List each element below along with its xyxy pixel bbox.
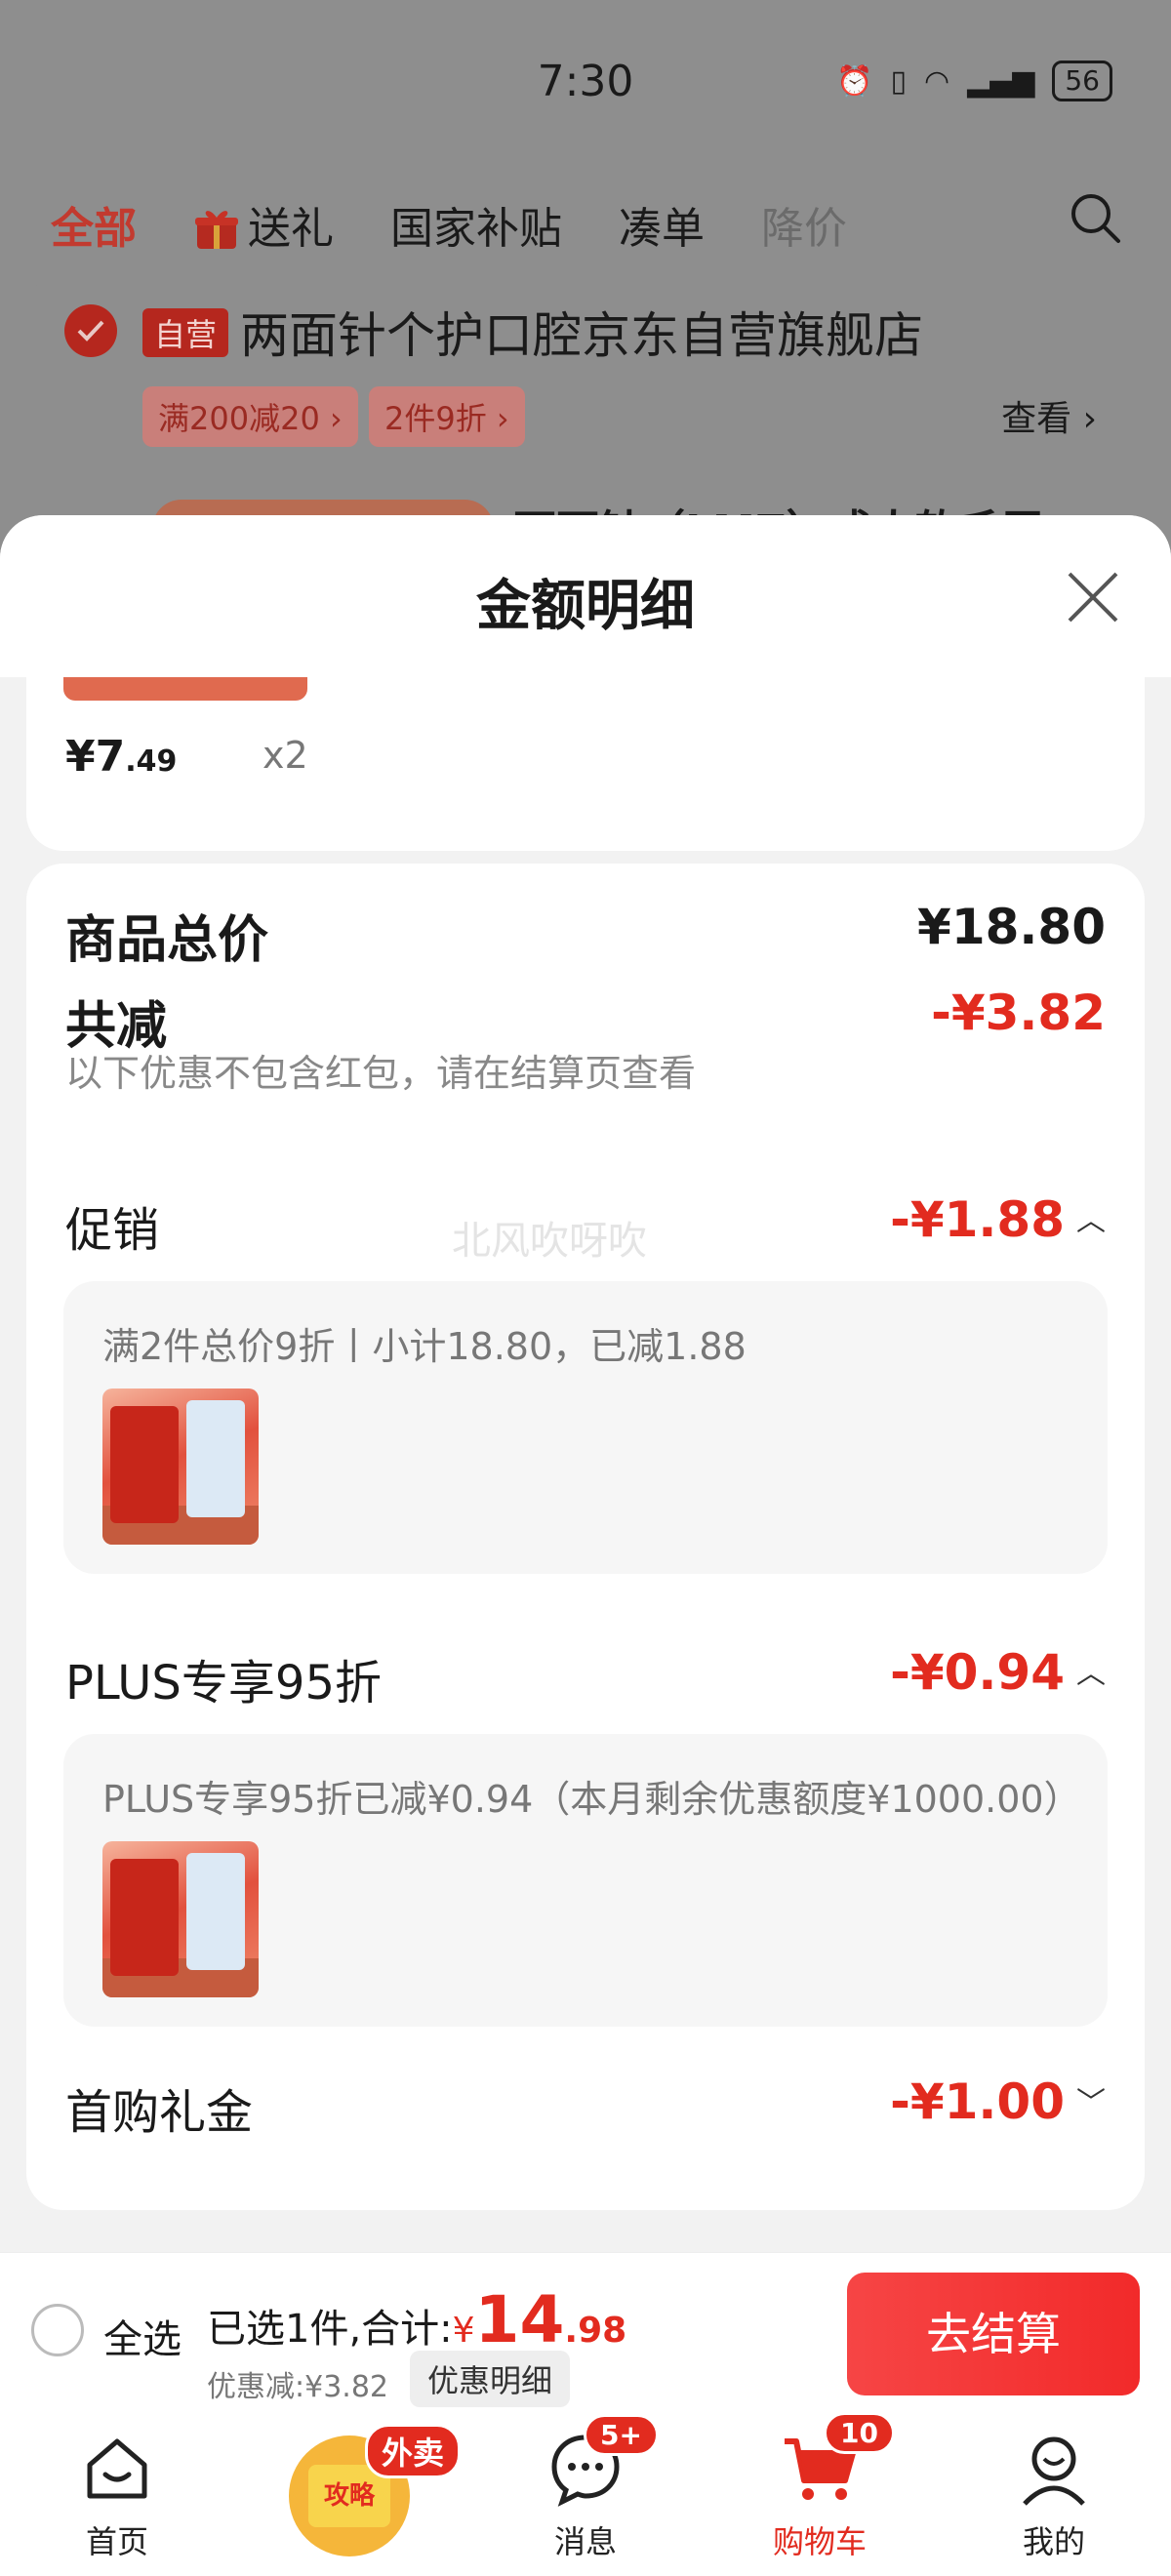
chevron-up-icon: ︿	[1076, 1204, 1106, 1238]
price-breakdown-card: 商品总价 ¥18.80 共减 -¥3.82 以下优惠不包含红包，请在结算页查看 …	[26, 864, 1145, 2210]
check-icon	[77, 320, 104, 342]
product-thumbnail	[102, 1841, 259, 1997]
chevron-up-icon: ︿	[1076, 1657, 1106, 1691]
amount-detail-sheet: 金额明细 ¥7.49 x2 商品总价 ¥18.80 共减 -¥3.82 以下优惠…	[0, 515, 1171, 2252]
total-price-value: ¥18.80	[917, 899, 1106, 955]
vibrate-icon: ▯	[890, 63, 907, 99]
item-thumbnail	[63, 677, 307, 701]
nav-messages[interactable]: 5+ 消息	[488, 2414, 683, 2562]
tab-bundle[interactable]: 凑单	[619, 193, 705, 256]
promo-detail-text: 满2件总价9折丨小计18.80，已减1.88	[102, 1325, 747, 1368]
cart-badge: 10	[824, 2412, 895, 2454]
signal-5g-icon: ▂▄▆	[967, 63, 1035, 99]
reduction-hint: 以下优惠不包含红包，请在结算页查看	[65, 1052, 697, 1095]
checkout-button[interactable]: 去结算	[847, 2273, 1140, 2395]
store-name[interactable]: 两面针个护口腔京东自营旗舰店	[240, 297, 923, 367]
nav-cart[interactable]: 10 购物车	[722, 2412, 917, 2562]
home-icon	[87, 2438, 147, 2499]
first-purchase-gift-value: -¥1.00	[890, 2073, 1065, 2130]
coupon-tag[interactable]: 2件9折 ›	[369, 386, 525, 447]
alarm-icon: ⏰	[836, 63, 873, 99]
first-purchase-gift-label: 首购礼金	[65, 2085, 254, 2140]
select-all-label[interactable]: 全选	[103, 2308, 182, 2364]
total-price-label: 商品总价	[65, 911, 269, 970]
close-icon[interactable]	[1066, 570, 1120, 624]
select-all-radio[interactable]	[31, 2304, 84, 2356]
plus-discount-toggle[interactable]: -¥0.94 ︿	[890, 1644, 1106, 1701]
discount-detail-button[interactable]: 优惠明细	[410, 2351, 571, 2407]
self-operated-badge: 自营	[142, 308, 229, 357]
watermark: 北风吹呀吹	[452, 1219, 647, 1264]
chevron-down-icon: ﹀	[1076, 2086, 1106, 2120]
sheet-title: 金额明细	[476, 575, 695, 638]
tab-national-subsidy[interactable]: 国家补贴	[390, 193, 562, 256]
plus-discount-value: -¥0.94	[890, 1644, 1065, 1701]
plus-detail-text: PLUS专享95折已减¥0.94（本月剩余优惠额度¥1000.00）	[102, 1778, 1081, 1821]
item-price: ¥7.49	[65, 732, 178, 782]
gift-icon	[195, 211, 238, 249]
plus-discount-label: PLUS专享95折	[65, 1656, 382, 1711]
item-card: ¥7.49 x2	[26, 677, 1145, 851]
sheet-header: 金额明细	[0, 515, 1171, 677]
takeout-badge[interactable]: 外卖	[365, 2424, 462, 2478]
item-quantity: x2	[262, 734, 308, 777]
promo-label: 促销	[65, 1203, 160, 1258]
battery-indicator: 56	[1052, 60, 1112, 101]
store-checkbox[interactable]	[64, 304, 117, 357]
tab-all[interactable]: 全部	[51, 193, 137, 256]
wifi-icon: ◠	[923, 63, 950, 99]
nav-home[interactable]: 首页	[20, 2430, 215, 2562]
user-icon	[1023, 2436, 1085, 2506]
coupon-tag[interactable]: 满200减20 ›	[142, 386, 358, 447]
total-reduction-value: -¥3.82	[931, 985, 1106, 1041]
tab-gift[interactable]: 送礼	[193, 193, 334, 256]
product-thumbnail	[102, 1389, 259, 1545]
status-icons: ⏰ ▯ ◠ ▂▄▆ 56	[836, 60, 1112, 101]
checkout-bar: 全选 已选1件,合计:¥14.98 优惠减:¥3.82 优惠明细 去结算	[0, 2252, 1171, 2416]
search-icon[interactable]	[1068, 190, 1122, 245]
status-bar: 7:30 ⏰ ▯ ◠ ▂▄▆ 56	[0, 0, 1171, 171]
promo-detail-box: 满2件总价9折丨小计18.80，已减1.88	[63, 1281, 1108, 1574]
selected-summary: 已选1件,合计:¥14.98	[207, 2282, 627, 2357]
nav-mine[interactable]: 我的	[956, 2430, 1151, 2562]
first-purchase-gift-toggle[interactable]: -¥1.00 ﹀	[890, 2073, 1106, 2130]
promo-toggle[interactable]: -¥1.88 ︿	[890, 1191, 1106, 1248]
tab-price-drop[interactable]: 降价	[761, 193, 847, 256]
top-tab-bar: 全部 送礼 国家补贴 凑单 降价	[0, 171, 1171, 278]
message-badge: 5+	[584, 2414, 659, 2456]
promo-value: -¥1.88	[890, 1191, 1065, 1248]
view-coupons-link[interactable]: 查看 ›	[1001, 390, 1097, 441]
tab-gift-label: 送礼	[248, 204, 334, 254]
discount-summary: 优惠减:¥3.82	[207, 2370, 388, 2404]
plus-detail-box: PLUS专享95折已减¥0.94（本月剩余优惠额度¥1000.00）	[63, 1734, 1108, 2027]
bottom-nav: 首页 5+ 消息 10 购物车 我的	[0, 2412, 1171, 2576]
